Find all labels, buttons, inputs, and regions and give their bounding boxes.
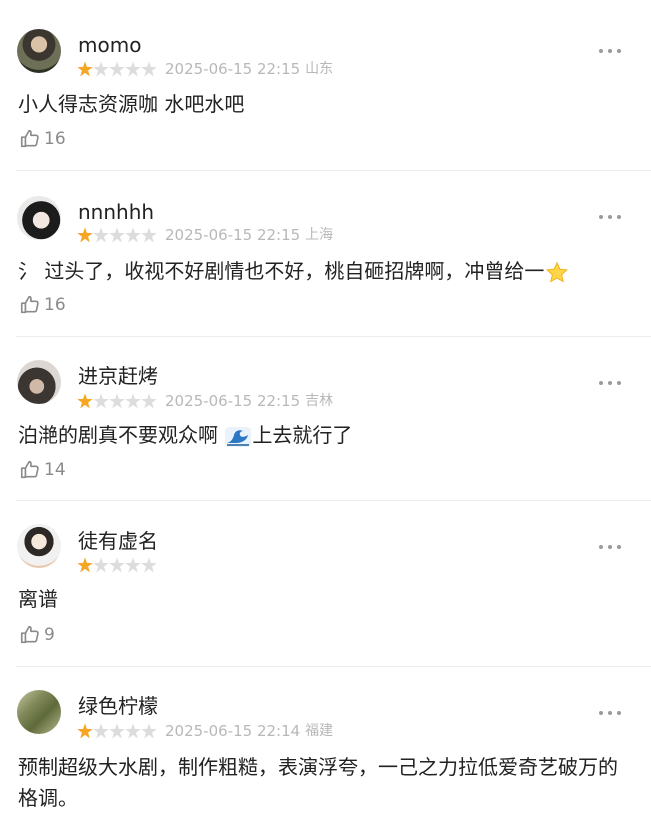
- review-meta: 2025-06-15 22:15 吉林: [77, 392, 333, 410]
- review-item: 徒有虚名 离谱 9: [0, 500, 651, 666]
- divider: [16, 500, 651, 501]
- review-date: 2025-06-15 22:15: [165, 226, 301, 244]
- divider: [16, 170, 651, 171]
- star-empty-icon: [109, 227, 125, 243]
- more-options-icon[interactable]: [599, 212, 621, 222]
- review-list: momo 2025-06-15 22:15 山东 小人得志资源咖 水吧水吧 16…: [0, 0, 651, 811]
- review-text-part: 上去就行了: [252, 423, 353, 447]
- review-item: 进京赶烤 2025-06-15 22:15 吉林 泊滟的剧真不要观众啊 上去就行…: [0, 336, 651, 500]
- star-filled-icon: [77, 393, 93, 409]
- review-text: 小人得志资源咖 水吧水吧: [18, 92, 245, 116]
- rating-stars: [77, 60, 157, 78]
- review-location: 吉林: [305, 393, 334, 409]
- avatar[interactable]: [17, 524, 61, 568]
- star-empty-icon: [93, 61, 109, 77]
- divider: [16, 666, 651, 667]
- star-emoji-icon: [546, 261, 569, 283]
- review-meta: 2025-06-15 22:14 福建: [77, 722, 333, 740]
- review-text: 离谱: [18, 587, 58, 611]
- star-empty-icon: [141, 61, 157, 77]
- star-filled-icon: [77, 723, 93, 739]
- star-empty-icon: [125, 557, 141, 573]
- star-empty-icon: [125, 61, 141, 77]
- star-empty-icon: [93, 393, 109, 409]
- avatar[interactable]: [17, 360, 61, 404]
- star-filled-icon: [77, 61, 93, 77]
- review-date: 2025-06-15 22:14: [165, 722, 301, 740]
- star-empty-icon: [141, 723, 157, 739]
- like-button[interactable]: 16: [19, 294, 66, 316]
- like-button[interactable]: 16: [19, 128, 66, 150]
- username[interactable]: nnnhhh: [78, 200, 154, 224]
- review-date: 2025-06-15 22:15: [165, 392, 301, 410]
- like-count: 9: [44, 625, 55, 645]
- review-date: 2025-06-15 22:15: [165, 60, 301, 78]
- rating-stars: [77, 722, 157, 740]
- username[interactable]: 进京赶烤: [78, 364, 158, 388]
- star-empty-icon: [109, 61, 125, 77]
- star-empty-icon: [125, 393, 141, 409]
- avatar[interactable]: [17, 196, 61, 240]
- like-count: 16: [44, 129, 66, 149]
- more-options-icon[interactable]: [599, 708, 621, 718]
- more-options-icon[interactable]: [599, 46, 621, 56]
- like-count: 16: [44, 295, 66, 315]
- rating-stars: [77, 556, 157, 574]
- username[interactable]: momo: [78, 33, 141, 57]
- thumbs-up-icon: [20, 129, 39, 148]
- thumbs-up-icon: [20, 625, 39, 644]
- star-empty-icon: [141, 557, 157, 573]
- thumbs-up-icon: [20, 460, 39, 479]
- wave-emoji-icon: [225, 426, 252, 447]
- star-empty-icon: [93, 723, 109, 739]
- review-item: 绿色柠檬 2025-06-15 22:14 福建 预制超级大水剧，制作粗糙，表演…: [0, 666, 651, 811]
- review-meta: 2025-06-15 22:15 上海: [77, 226, 333, 244]
- review-text: 氵 过头了，收视不好剧情也不好，桃自砸招牌啊，冲曾给一: [18, 256, 623, 287]
- more-options-icon[interactable]: [599, 378, 621, 388]
- review-meta: 2025-06-15 22:15 山东: [77, 60, 333, 78]
- review-location: 上海: [305, 227, 334, 243]
- username[interactable]: 绿色柠檬: [78, 694, 158, 718]
- like-button[interactable]: 9: [19, 624, 55, 646]
- like-count: 14: [44, 460, 66, 480]
- avatar[interactable]: [17, 690, 61, 734]
- star-empty-icon: [93, 227, 109, 243]
- star-empty-icon: [109, 393, 125, 409]
- review-location: 山东: [305, 61, 334, 77]
- divider: [16, 336, 651, 337]
- thumbs-up-icon: [20, 295, 39, 314]
- star-filled-icon: [77, 227, 93, 243]
- star-empty-icon: [93, 557, 109, 573]
- star-filled-icon: [77, 557, 93, 573]
- like-button[interactable]: 14: [19, 459, 66, 481]
- username[interactable]: 徒有虚名: [78, 529, 158, 553]
- star-empty-icon: [125, 227, 141, 243]
- rating-stars: [77, 226, 157, 244]
- review-location: 福建: [305, 723, 334, 739]
- review-item: nnnhhh 2025-06-15 22:15 上海 氵 过头了，收视不好剧情也…: [0, 170, 651, 336]
- review-meta: [77, 556, 157, 574]
- review-text: 泊滟的剧真不要观众啊 上去就行了: [18, 420, 623, 451]
- star-empty-icon: [141, 393, 157, 409]
- rating-stars: [77, 392, 157, 410]
- review-text-part: 泊滟的剧真不要观众啊: [18, 423, 225, 447]
- star-empty-icon: [141, 227, 157, 243]
- review-text-part: 氵 过头了，收视不好剧情也不好，桃自砸招牌啊，冲曾给一: [18, 259, 545, 283]
- review-item: momo 2025-06-15 22:15 山东 小人得志资源咖 水吧水吧 16: [0, 0, 651, 170]
- star-empty-icon: [109, 557, 125, 573]
- star-empty-icon: [109, 723, 125, 739]
- star-empty-icon: [125, 723, 141, 739]
- more-options-icon[interactable]: [599, 542, 621, 552]
- review-text: 预制超级大水剧，制作粗糙，表演浮夸，一己之力拉低爱奇艺破万的格调。: [18, 755, 618, 810]
- avatar[interactable]: [17, 29, 61, 73]
